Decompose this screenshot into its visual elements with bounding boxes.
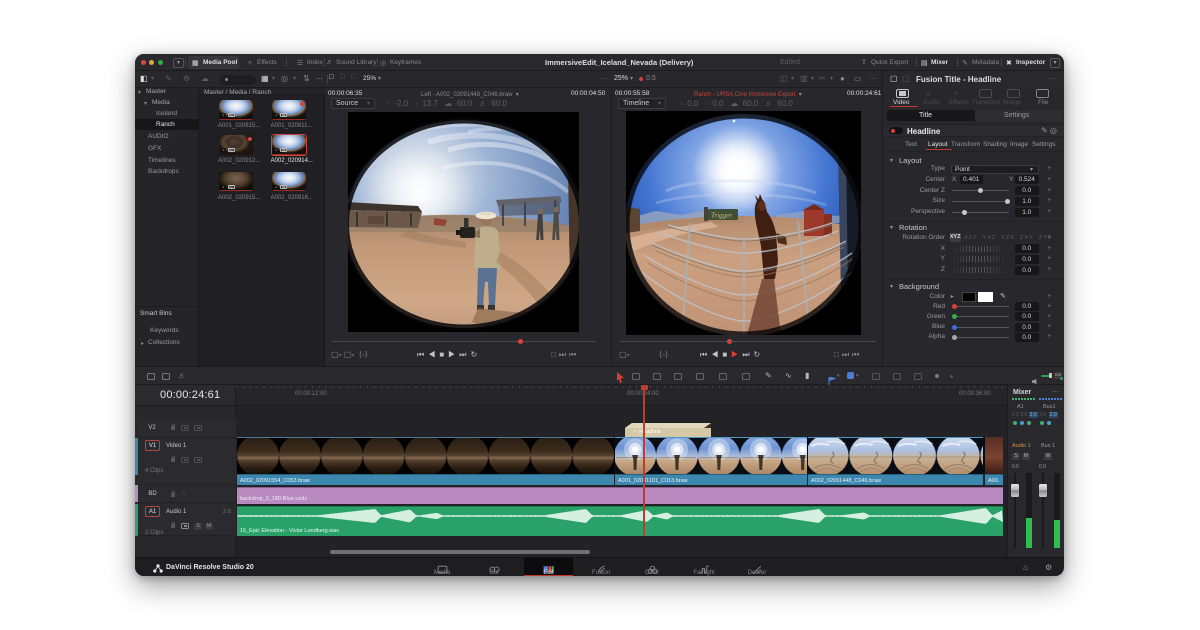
svg-text:✧ Headline: ✧ Headline: [633, 428, 661, 435]
svg-text:Trigger: Trigger: [711, 212, 732, 220]
